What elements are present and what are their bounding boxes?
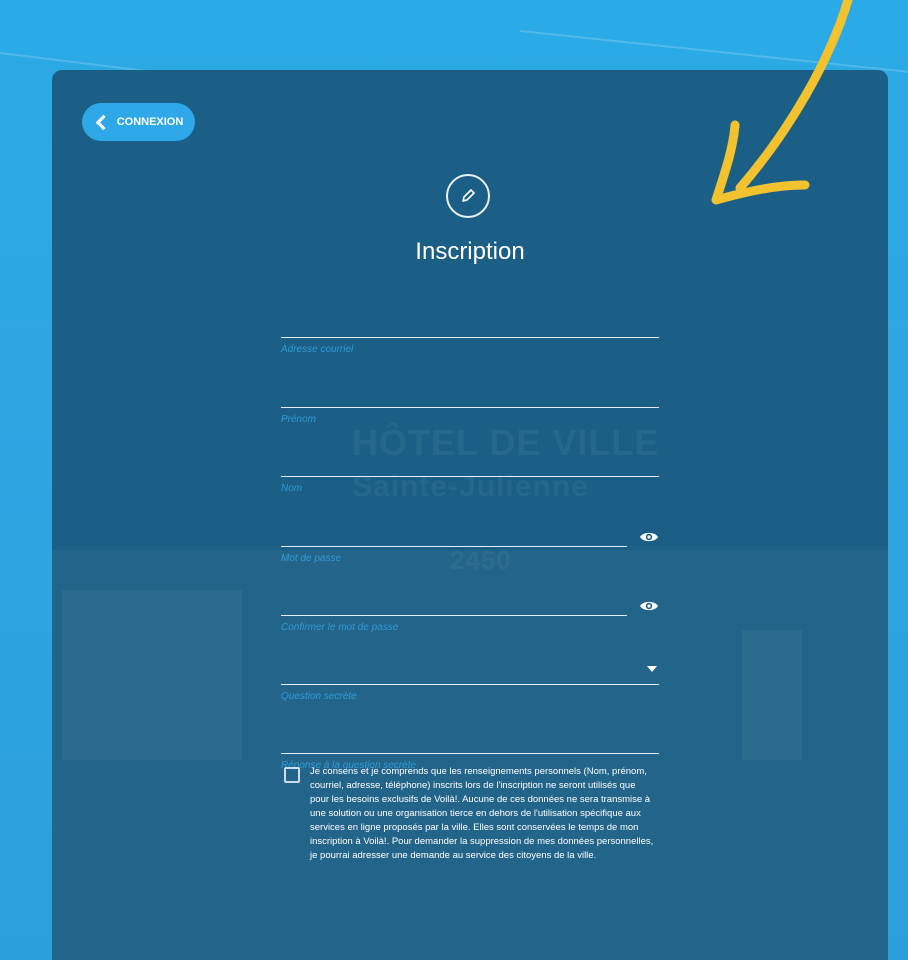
password-field: Mot de passe bbox=[281, 522, 658, 564]
registration-panel: HÔTEL DE VILLE Sainte-Julienne 2450 CONN… bbox=[52, 70, 888, 960]
password-input[interactable] bbox=[281, 522, 627, 546]
background-wire bbox=[519, 30, 908, 73]
first-name-label: Prénom bbox=[281, 414, 317, 425]
background-window bbox=[742, 630, 802, 760]
chevron-left-icon bbox=[95, 114, 111, 130]
email-input[interactable] bbox=[281, 313, 659, 337]
secret-question-underline bbox=[281, 684, 659, 685]
secret-answer-input[interactable] bbox=[281, 729, 659, 753]
page-title: Inscription bbox=[415, 238, 525, 265]
secret-question-label: Question secrète bbox=[281, 691, 357, 702]
last-name-label: Nom bbox=[281, 483, 303, 494]
confirm-password-input[interactable] bbox=[281, 591, 627, 615]
password-underline bbox=[281, 546, 627, 547]
secret-question-select[interactable] bbox=[281, 660, 659, 684]
email-field: Adresse courriel bbox=[281, 313, 659, 355]
caret-down-icon bbox=[647, 666, 657, 672]
email-underline bbox=[281, 337, 659, 338]
connexion-back-label: CONNEXION bbox=[116, 116, 184, 128]
pencil-icon bbox=[446, 174, 490, 218]
first-name-input[interactable] bbox=[281, 383, 659, 407]
confirm-password-label: Confirmer le mot de passe bbox=[281, 622, 399, 633]
background-window bbox=[62, 590, 242, 760]
consent-checkbox[interactable] bbox=[284, 767, 300, 783]
secret-question-field[interactable]: Question secrète bbox=[281, 660, 659, 702]
password-label: Mot de passe bbox=[281, 553, 342, 564]
secret-answer-underline bbox=[281, 753, 659, 754]
email-label: Adresse courriel bbox=[281, 344, 354, 355]
last-name-field: Nom bbox=[281, 452, 659, 494]
last-name-underline bbox=[281, 476, 659, 477]
connexion-back-button[interactable]: CONNEXION bbox=[82, 103, 195, 141]
first-name-field: Prénom bbox=[281, 383, 659, 425]
confirm-password-underline bbox=[281, 615, 627, 616]
eye-icon[interactable] bbox=[639, 599, 659, 613]
first-name-underline bbox=[281, 407, 659, 408]
consent-text: Je consens et je comprends que les rense… bbox=[310, 766, 654, 861]
last-name-input[interactable] bbox=[281, 452, 659, 476]
consent-block: Je consens et je comprends que les rense… bbox=[284, 765, 654, 863]
eye-icon[interactable] bbox=[639, 530, 659, 544]
confirm-password-field: Confirmer le mot de passe bbox=[281, 591, 658, 633]
